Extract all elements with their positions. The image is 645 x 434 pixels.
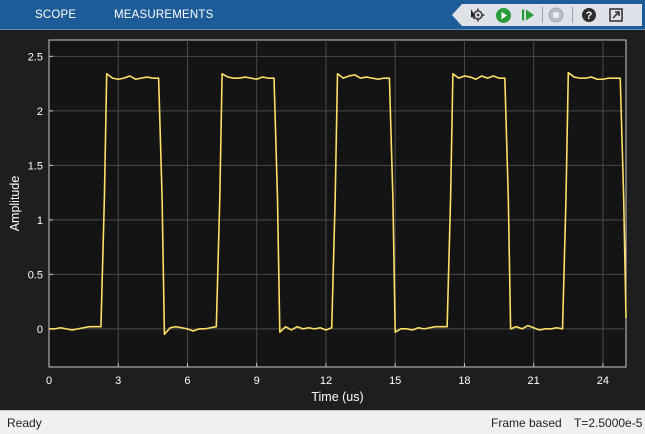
status-bar: Ready Frame based T=2.5000e-5 [0,410,645,434]
y-tick-label: 2 [37,106,43,118]
x-tick-label: 21 [528,375,540,387]
y-tick-label: 1 [37,215,43,227]
x-tick-label: 18 [458,375,470,387]
y-tick-label: 0 [37,324,43,336]
toolbar-separator [572,7,573,23]
toolbar-separator [542,7,543,23]
x-tick-label: 3 [115,375,121,387]
run-icon[interactable] [494,7,512,23]
y-axis-label: Amplitude [8,176,22,232]
status-frame-mode: Frame based [491,416,562,430]
y-tick-label: 1.5 [28,160,43,172]
status-ready: Ready [7,416,42,430]
toolstrip: SCOPE MEASUREMENTS ? [0,0,645,30]
quick-access-toolbar: ? [452,4,642,26]
step-forward-icon[interactable] [519,7,537,23]
plot-area: 0 3 6 9 12 15 18 21 24 0 0.5 1 1.5 2 2.5 Time (us) Amp… [0,30,645,410]
undock-icon[interactable] [607,7,625,23]
help-glyph: ? [586,10,593,22]
status-sample-time: T=2.5000e-5 [574,416,643,430]
x-tick-label: 6 [184,375,190,387]
help-icon[interactable]: ? [580,7,598,23]
y-tick-label: 0.5 [28,269,43,281]
signal-chart[interactable]: 0 3 6 9 12 15 18 21 24 0 0.5 1 1.5 2 2.5 Time (us) Amp… [0,30,645,410]
cursor-gear-icon[interactable] [468,7,486,23]
x-tick-label: 15 [389,375,401,387]
tab-scope[interactable]: SCOPE [35,0,76,30]
x-tick-label: 9 [254,375,260,387]
y-tick-label: 2.5 [28,51,43,63]
x-tick-label: 12 [320,375,332,387]
tab-measurements[interactable]: MEASUREMENTS [114,0,214,30]
x-tick-label: 0 [46,375,52,387]
stop-icon[interactable] [547,7,565,23]
x-tick-label: 24 [597,375,609,387]
x-axis-label: Time (us) [311,390,363,404]
